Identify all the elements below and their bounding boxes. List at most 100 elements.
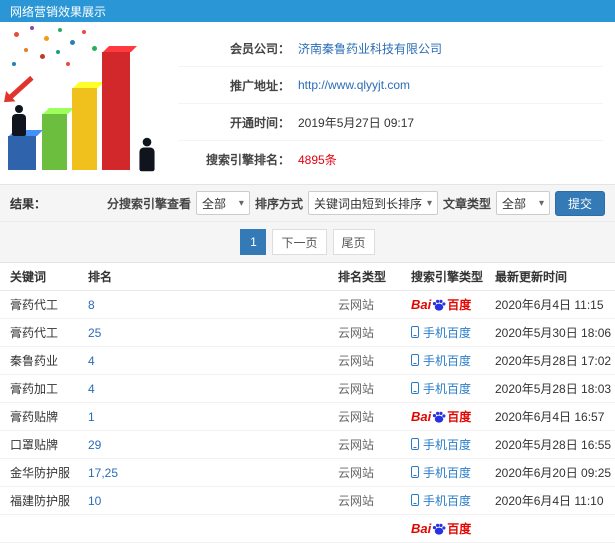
filter-controls: 分搜索引擎查看 全部 排序方式 关键词由短到长排序 文章类型 全部 提交 [107,190,605,216]
mobile-baidu-label: 手机百度 [423,325,472,340]
page-1-button[interactable]: 1 [240,229,267,255]
rank-type-cell: 云网站 [338,466,375,480]
baidu-paw-icon [433,411,446,423]
open-time-value: 2019年5月27日 09:17 [298,115,415,130]
confetti-dot [58,28,62,32]
table-row: 膏药加工 4 云网站 手机百度 2020年5月28日 18:03 [0,375,615,403]
info-row-open-time: 开通时间： 2019年5月27日 09:17 [178,104,603,141]
mobile-baidu-badge: 手机百度 [411,464,471,481]
rank-link[interactable]: 29 [88,438,101,452]
rank-link[interactable]: 10 [88,494,101,508]
promo-url-link[interactable]: http://www.qlyyjt.com [298,78,410,92]
baidu-du-text: 百度 [447,522,472,536]
time-cell: 2020年6月20日 09:25 [495,466,612,480]
baidu-bai-text: Bai [411,521,432,536]
confetti-dot [70,40,75,45]
mobile-baidu-label: 手机百度 [423,465,472,480]
baidu-logo: Bai 百度 [411,296,471,313]
col-header-engine: 搜索引擎类型 [411,270,484,284]
promo-url-label: 推广地址： [229,78,290,93]
next-page-button[interactable]: 下一页 [272,229,327,255]
baidu-bai-text: Bai [411,409,432,424]
phone-icon [411,326,419,339]
keyword-cell: 口罩贴牌 [10,438,59,452]
clipart-bar-yellow [72,88,97,170]
page-title: 网络营销效果展示 [10,4,107,19]
confetti-dot [24,48,28,52]
mobile-baidu-badge: 手机百度 [411,492,471,509]
table-row: 膏药代工 8 云网站 Bai 百度 2020年6月4日 11:15 [0,291,615,319]
keyword-cell: 膏药代工 [10,298,59,312]
table-row: Bai 百度 [0,515,615,543]
baidu-logo: Bai 百度 [411,408,471,425]
confetti-dot [30,26,34,30]
rank-type-cell: 云网站 [338,410,375,424]
rank-link[interactable]: 4 [88,382,95,396]
up-arrow-icon [6,75,34,102]
engine-cell: 手机百度 [411,324,495,342]
sort-select[interactable]: 关键词由短到长排序 [307,191,438,215]
engine-filter-value: 全部 [201,196,226,211]
keyword-cell: 秦鲁药业 [10,354,59,368]
sort-label: 排序方式 [254,196,303,211]
time-cell: 2020年6月4日 11:10 [495,494,604,508]
table-header-row: 关键词 排名 排名类型 搜索引擎类型 最新更新时间 [0,263,615,291]
table-row: 金华防护服 17,25 云网站 手机百度 2020年6月20日 09:25 [0,459,615,487]
rank-type-cell: 云网站 [338,298,375,312]
table-row: 秦鲁药业 4 云网站 手机百度 2020年5月28日 17:02 [0,347,615,375]
col-header-rank-type: 排名类型 [338,270,387,284]
company-link[interactable]: 济南秦鲁药业科技有限公司 [298,40,442,57]
confetti-dot [56,50,60,54]
confetti-dot [66,62,70,66]
confetti-dot [82,30,86,34]
filter-bar: 结果： 分搜索引擎查看 全部 排序方式 关键词由短到长排序 文章类型 全部 提交 [0,184,615,222]
article-type-select[interactable]: 全部 [495,191,550,215]
rank-link[interactable]: 25 [88,326,101,340]
baidu-du-text: 百度 [447,410,472,424]
phone-icon [411,438,419,451]
rank-count-label: 搜索引擎排名： [205,153,290,167]
businessman-figure [139,137,155,172]
keyword-cell: 膏药代工 [10,326,59,340]
time-cell: 2020年6月4日 11:15 [495,298,604,312]
rank-count-value: 4895条 [298,153,337,167]
rank-link[interactable]: 4 [88,354,95,368]
company-label: 会员公司： [229,41,290,56]
phone-icon [411,382,419,395]
last-page-button[interactable]: 尾页 [332,229,375,255]
rank-type-cell: 云网站 [338,494,375,508]
baidu-bai-text: Bai [411,297,432,312]
article-type-label: 文章类型 [442,196,491,211]
engine-filter-select[interactable]: 全部 [195,191,250,215]
page-header-bar: 网络营销效果展示 [0,0,615,22]
table-row: 膏药贴牌 1 云网站 Bai 百度 2020年6月4日 16:57 [0,403,615,431]
keyword-cell: 膏药贴牌 [10,410,59,424]
pagination: 1 下一页 尾页 [0,222,615,263]
baidu-du-text: 百度 [447,298,472,312]
rank-type-cell: 云网站 [338,438,375,452]
col-header-keyword: 关键词 [10,270,47,284]
rank-link[interactable]: 17,25 [88,466,118,480]
businessman-figure [12,105,26,136]
confetti-dot [12,62,16,66]
keyword-cell: 金华防护服 [10,466,71,480]
info-row-rank-count: 搜索引擎排名： 4895条 [178,141,603,178]
confetti-dot [44,36,49,41]
table-row: 福建防护服 10 云网站 手机百度 2020年6月4日 11:10 [0,487,615,515]
company-info-list: 会员公司： 济南秦鲁药业科技有限公司 推广地址： http://www.qlyy… [178,22,615,184]
time-cell: 2020年5月30日 18:06 [495,326,612,340]
time-cell: 2020年5月28日 16:55 [495,438,612,452]
confetti-dot [92,46,97,51]
rank-type-cell: 云网站 [338,326,375,340]
table-row: 口罩贴牌 29 云网站 手机百度 2020年5月28日 16:55 [0,431,615,459]
engine-cell: 手机百度 [411,464,495,482]
mobile-baidu-badge: 手机百度 [411,352,471,369]
rank-link[interactable]: 8 [88,298,95,312]
confetti-dot [14,32,19,37]
mobile-baidu-badge: 手机百度 [411,324,471,341]
rank-link[interactable]: 1 [88,410,95,424]
sort-value: 关键词由短到长排序 [313,196,422,211]
engine-cell: 手机百度 [411,436,495,454]
engine-cell: Bai 百度 [411,520,495,537]
submit-button[interactable]: 提交 [554,190,605,216]
